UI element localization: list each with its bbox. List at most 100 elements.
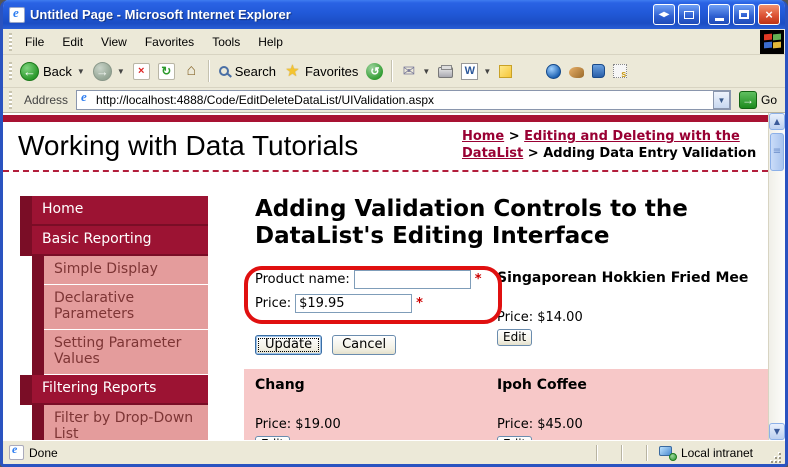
sidebar-item-label: Declarative Parameters [44, 284, 208, 330]
address-dropdown-button[interactable]: ▼ [712, 91, 730, 109]
sidebar-rail [32, 329, 44, 375]
history-icon: ↺ [366, 62, 384, 80]
browser-window: Untitled Page - Microsoft Internet Explo… [0, 0, 788, 467]
back-dropdown-icon[interactable]: ▼ [77, 67, 85, 76]
standard-toolbar: ← Back ▼ → ▼ × ↻ ⌂ Search ★ Favorites ↺ [3, 55, 785, 88]
print-button[interactable] [434, 62, 457, 80]
product-name-input[interactable] [353, 269, 471, 289]
scrollbar-thumb[interactable] [770, 133, 784, 171]
cancel-button[interactable]: Cancel [332, 334, 397, 355]
product-price: Price: $19.00 [255, 416, 341, 432]
product-cell: Chang Price: $19.00 Edit [255, 377, 497, 440]
chevron-down-icon: ▼ [717, 95, 726, 105]
breadcrumb: Home > Editing and Deleting with the Dat… [462, 127, 758, 163]
address-bar: Address ▼ → Go [3, 88, 785, 113]
messenger-button[interactable] [542, 62, 565, 81]
addressbar-grip[interactable] [9, 91, 12, 109]
menu-file[interactable]: File [16, 31, 53, 53]
scroll-up-button[interactable]: ▲ [769, 113, 785, 130]
product-name: Singaporean Hokkien Fried Mee [497, 269, 749, 286]
required-marker: * [474, 271, 482, 287]
split-icon: ◂▸ [658, 9, 670, 20]
mail-icon: ✉ [402, 63, 416, 80]
search-label: Search [234, 63, 276, 79]
maximize-button[interactable] [733, 4, 755, 25]
forward-icon: → [92, 61, 112, 81]
discuss-note-icon [499, 64, 513, 78]
menu-favorites[interactable]: Favorites [136, 31, 203, 53]
stop-button[interactable]: × [129, 61, 154, 82]
windows-logo-icon [760, 29, 784, 54]
resize-grip[interactable] [769, 451, 782, 464]
forward-button[interactable]: → ▼ [89, 60, 129, 83]
home-icon: ⌂ [186, 62, 197, 79]
sidebar-item-filtering-reports[interactable]: Filtering Reports [20, 374, 208, 405]
window-popout-button[interactable] [678, 4, 700, 25]
menu-edit[interactable]: Edit [53, 31, 92, 53]
menu-view[interactable]: View [92, 31, 136, 53]
breadcrumb-home-link[interactable]: Home [462, 129, 504, 144]
refresh-button[interactable]: ↻ [154, 61, 179, 82]
edit-button[interactable]: Edit [497, 328, 533, 346]
scroll-down-icon: ▼ [773, 427, 781, 436]
browser-viewport: Working with Data Tutorials Home > Editi… [3, 113, 785, 440]
status-bar: Done Local intranet [3, 440, 785, 464]
ie-page-icon [9, 442, 24, 460]
status-separator [595, 444, 597, 461]
sidebar-item-declarative-parameters[interactable]: Declarative Parameters [32, 284, 208, 330]
research-button[interactable] [565, 62, 588, 80]
sidebar-item-setting-parameter-values[interactable]: Setting Parameter Values [32, 329, 208, 375]
sidebar-rail [32, 284, 44, 330]
scroll-down-button[interactable]: ▼ [769, 423, 785, 440]
price-input[interactable] [295, 293, 413, 313]
menu-tools[interactable]: Tools [203, 31, 249, 53]
forward-dropdown-icon[interactable]: ▼ [117, 67, 125, 76]
snippet-tool-button[interactable] [609, 62, 631, 80]
sidebar-rail [20, 195, 32, 226]
mail-button[interactable]: ✉ ▼ [396, 61, 434, 82]
toolbar-grip[interactable] [9, 62, 12, 80]
home-button[interactable]: ⌂ [179, 61, 204, 82]
search-button[interactable]: Search [213, 62, 280, 81]
sidebar-item-filter-by-dropdown-list[interactable]: Filter by Drop-Down List [32, 404, 208, 440]
sidebar-item-basic-reporting[interactable]: Basic Reporting [20, 225, 208, 256]
sidebar-item-simple-display[interactable]: Simple Display [32, 255, 208, 285]
menubar-grip[interactable] [9, 32, 12, 51]
datalist-row-1: Product name: * Price: * Update Cancel [255, 269, 768, 355]
back-button[interactable]: ← Back ▼ [16, 60, 89, 83]
product-name-label: Product name: [255, 271, 350, 287]
vertical-scrollbar[interactable]: ▲ ▼ [768, 113, 785, 440]
go-button[interactable]: → Go [735, 91, 781, 109]
address-field: ▼ [76, 89, 731, 110]
close-icon: × [765, 7, 773, 22]
mail-dropdown-icon[interactable]: ▼ [422, 67, 430, 76]
sidebar-item-home[interactable]: Home [20, 195, 208, 226]
site-title: Working with Data Tutorials [18, 130, 359, 161]
update-button[interactable]: Update [255, 334, 323, 355]
status-separator [620, 444, 622, 461]
product-name: Chang [255, 376, 305, 393]
maximize-icon [739, 10, 749, 19]
snippet-icon [613, 64, 628, 79]
product-cell: Singaporean Hokkien Fried Mee Price: $14… [497, 270, 768, 355]
edit-button[interactable]: Edit [497, 435, 533, 440]
discuss-button[interactable] [495, 63, 516, 80]
edit-button[interactable]: Edit [255, 435, 291, 440]
minimize-icon [714, 17, 724, 21]
close-button[interactable]: × [758, 4, 780, 25]
minimize-button[interactable] [708, 4, 730, 25]
edit-dropdown-icon[interactable]: ▼ [483, 67, 491, 76]
edit-with-word-button[interactable]: W ▼ [457, 61, 495, 82]
favorites-label: Favorites [304, 63, 359, 79]
menu-help[interactable]: Help [249, 31, 292, 53]
sidebar-item-label: Setting Parameter Values [44, 329, 208, 375]
window-split-button[interactable]: ◂▸ [653, 4, 675, 25]
status-text: Done [29, 445, 58, 460]
main-content: Adding Validation Controls to the DataLi… [208, 172, 768, 440]
favorites-button[interactable]: ★ Favorites [280, 61, 362, 82]
reference-button[interactable] [588, 62, 609, 80]
address-input[interactable] [93, 93, 713, 107]
history-button[interactable]: ↺ [362, 61, 387, 82]
stop-icon: × [132, 62, 150, 80]
word-icon: W [461, 62, 479, 80]
